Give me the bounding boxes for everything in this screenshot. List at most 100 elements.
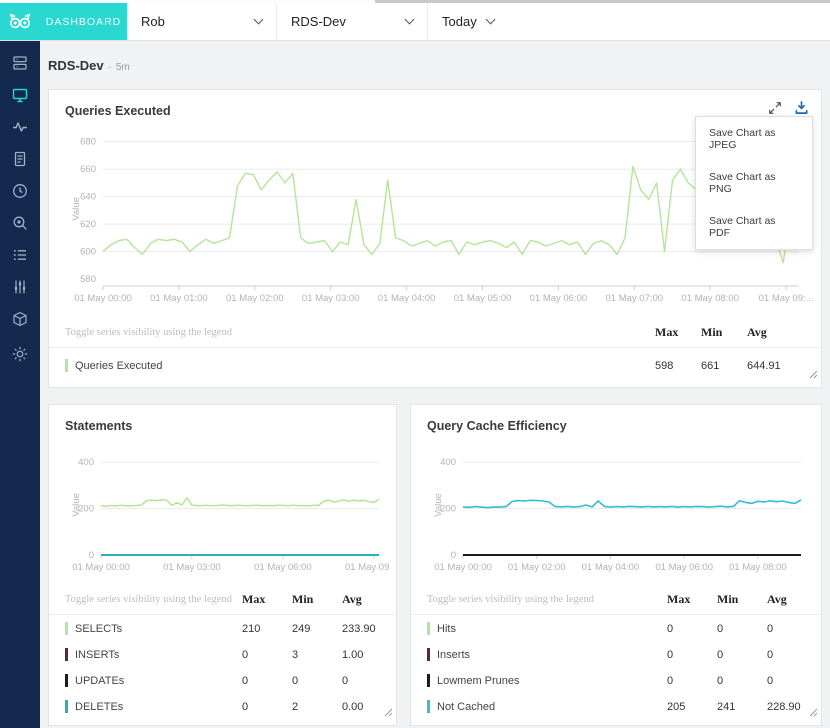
query-cache-chart[interactable]: 0200400Value01 May 00:0001 May 02:0001 M… — [411, 447, 821, 586]
series-avg: 644.91 — [747, 360, 793, 372]
resize-handle[interactable] — [809, 366, 818, 384]
server-dropdown[interactable]: RDS-Dev — [277, 3, 428, 40]
svg-text:600: 600 — [80, 247, 96, 258]
svg-text:01 May 00:00: 01 May 00:00 — [72, 562, 130, 573]
svg-text:400: 400 — [78, 457, 94, 468]
statements-chart[interactable]: 0200400Value01 May 00:0001 May 03:0001 M… — [49, 447, 396, 586]
layers-cube-icon[interactable] — [11, 310, 29, 328]
user-dropdown-label: Rob — [141, 14, 255, 29]
series-max: 205 — [667, 701, 717, 713]
series-name: SELECTs — [75, 623, 242, 635]
legend-row-deletes[interactable]: DELETEs020.00 — [65, 693, 392, 719]
series-max: 0 — [667, 649, 717, 661]
svg-text:01 May 00:00: 01 May 00:00 — [434, 562, 492, 573]
series-color-swatch — [427, 622, 430, 635]
series-min: 0 — [717, 623, 767, 635]
series-name: DELETEs — [75, 701, 242, 713]
sliders-tune-icon[interactable] — [11, 278, 29, 296]
legend-row-inserts[interactable]: Inserts000 — [427, 641, 817, 667]
user-dropdown[interactable]: Rob — [127, 3, 277, 40]
min-header: Min — [292, 592, 342, 607]
svg-text:01 May 02:00: 01 May 02:00 — [508, 562, 566, 573]
svg-text:01 May 03:00: 01 May 03:00 — [302, 293, 360, 304]
legend-row-lowmem-prunes[interactable]: Lowmem Prunes000 — [427, 667, 817, 693]
series-max: 0 — [667, 675, 717, 687]
series-name: Lowmem Prunes — [437, 675, 667, 687]
series-name: INSERTs — [75, 649, 242, 661]
svg-text:01 May 01:00: 01 May 01:00 — [150, 293, 208, 304]
app-logo[interactable] — [0, 3, 40, 40]
activity-pulse-icon[interactable] — [11, 118, 29, 136]
menu-item-save-png[interactable]: Save Chart as PNG — [696, 161, 812, 205]
series-name: UPDATEs — [75, 675, 242, 687]
svg-text:01 May 08:00: 01 May 08:00 — [681, 293, 739, 304]
chart-title: Statements — [49, 405, 396, 437]
menu-item-save-pdf[interactable]: Save Chart as PDF — [696, 205, 812, 249]
menu-item-save-jpeg[interactable]: Save Chart as JPEG — [696, 117, 812, 161]
svg-text:680: 680 — [80, 137, 96, 148]
avg-header: Avg — [767, 592, 817, 607]
chevron-down-icon — [254, 15, 264, 25]
svg-text:01 May 06:00: 01 May 06:00 — [530, 293, 588, 304]
series-color-swatch — [427, 674, 430, 687]
series-avg: 0 — [767, 675, 817, 687]
series-max: 0 — [242, 649, 292, 661]
min-header: Min — [701, 325, 747, 340]
series-color-swatch — [65, 700, 68, 713]
main-content: RDS-Dev - 5m Queries Executed S — [40, 41, 830, 728]
query-analyzer-search-icon[interactable] — [11, 214, 29, 232]
legend-header: Toggle series visibility using the legen… — [49, 586, 396, 615]
list-icon[interactable] — [11, 246, 29, 264]
collection-interval: 5m — [116, 62, 130, 73]
series-avg: 1.00 — [342, 649, 392, 661]
server-name: RDS-Dev — [48, 58, 104, 73]
legend-header: Toggle series visibility using the legen… — [49, 319, 821, 348]
resize-handle[interactable] — [809, 704, 818, 722]
series-min: 0 — [292, 675, 342, 687]
svg-text:0: 0 — [89, 550, 94, 561]
settings-gear-icon[interactable] — [11, 345, 29, 363]
series-color-swatch — [65, 622, 68, 635]
legend-row-updates[interactable]: UPDATEs000 — [65, 667, 392, 693]
history-clock-icon[interactable] — [11, 182, 29, 200]
legend-row-selects[interactable]: SELECTs210249233.90 — [65, 615, 392, 641]
series-min: 249 — [292, 623, 342, 635]
legend-row-not-cached[interactable]: Not Cached205241228.90 — [427, 693, 817, 719]
chevron-down-icon — [405, 15, 415, 25]
svg-text:01 May 08:00: 01 May 08:00 — [729, 562, 787, 573]
series-color-swatch — [427, 648, 430, 661]
svg-text:01 May 05:00: 01 May 05:00 — [454, 293, 512, 304]
series-avg: 0 — [767, 649, 817, 661]
legend-rows: Queries Executed598661644.91 — [49, 348, 821, 387]
svg-text:580: 580 — [80, 274, 96, 285]
series-name: Hits — [437, 623, 667, 635]
tab-dashboard[interactable]: DASHBOARD — [40, 3, 127, 40]
svg-text:620: 620 — [80, 219, 96, 230]
series-avg: 233.90 — [342, 623, 392, 635]
avg-header: Avg — [747, 325, 793, 340]
svg-text:01 May 04:00: 01 May 04:00 — [378, 293, 436, 304]
save-chart-menu: Save Chart as JPEG Save Chart as PNG Sav… — [695, 116, 813, 250]
series-min: 661 — [701, 360, 747, 372]
svg-text:01 May 09:...: 01 May 09:... — [759, 293, 813, 304]
time-range-dropdown[interactable]: Today — [428, 3, 532, 40]
avg-header: Avg — [342, 592, 392, 607]
legend-row-queries-executed[interactable]: Queries Executed598661644.91 — [65, 348, 793, 381]
legend-row-inserts[interactable]: INSERTs031.00 — [65, 641, 392, 667]
svg-text:01 May 04:00: 01 May 04:00 — [582, 562, 640, 573]
series-name: Not Cached — [437, 701, 667, 713]
svg-text:640: 640 — [80, 192, 96, 203]
legend-row-hits[interactable]: Hits000 — [427, 615, 817, 641]
legend-rows: SELECTs210249233.90INSERTs031.00 UPDATEs 0… — [49, 615, 396, 725]
series-max: 0 — [667, 623, 717, 635]
resize-handle[interactable] — [384, 704, 393, 722]
servers-icon[interactable] — [11, 54, 29, 72]
chevron-down-icon — [485, 15, 495, 25]
dashboard-monitor-icon[interactable] — [11, 86, 29, 104]
series-min: 2 — [292, 701, 342, 713]
statements-card: Statements 0200400Value01 May 00:0001 Ma… — [48, 404, 397, 726]
legend-rows: Hits000Inserts000Lowmem Prunes000Not Cac… — [411, 615, 821, 725]
chart-title: Query Cache Efficiency — [411, 405, 821, 437]
report-document-icon[interactable] — [11, 150, 29, 168]
query-cache-efficiency-card: Query Cache Efficiency 0200400Value01 Ma… — [410, 404, 822, 726]
